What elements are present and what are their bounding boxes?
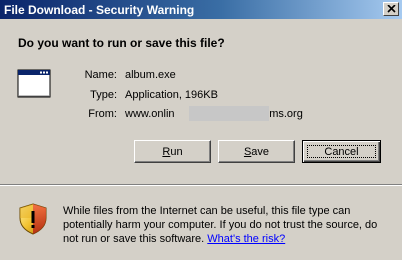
- separator-highlight: [0, 185, 402, 186]
- from-label: From:: [88, 108, 117, 120]
- type-value: Application, 196KB: [125, 89, 218, 101]
- type-label: Type:: [90, 89, 117, 101]
- from-prefix: www.onlin: [125, 108, 175, 120]
- cancel-button[interactable]: Cancel: [302, 140, 381, 163]
- save-button[interactable]: Save: [218, 140, 295, 163]
- whats-the-risk-link[interactable]: What's the risk?: [207, 233, 285, 245]
- security-shield-icon: [19, 203, 47, 235]
- save-label-rest: ave: [251, 145, 270, 158]
- title-bar: File Download - Security Warning: [0, 0, 402, 19]
- window-title: File Download - Security Warning: [4, 3, 195, 17]
- run-button[interactable]: Run: [134, 140, 211, 163]
- close-icon: [387, 5, 396, 13]
- dialog-question: Do you want to run or save this file?: [18, 36, 225, 50]
- warning-message: While files from the Internet can be use…: [63, 204, 393, 246]
- name-label: Name:: [84, 69, 117, 81]
- run-label-rest: un: [170, 145, 183, 158]
- name-value: album.exe: [125, 69, 176, 81]
- cancel-label: Cancel: [324, 145, 359, 158]
- close-button[interactable]: [383, 2, 399, 16]
- application-window-icon: [17, 69, 51, 98]
- redacted-region: [189, 106, 269, 121]
